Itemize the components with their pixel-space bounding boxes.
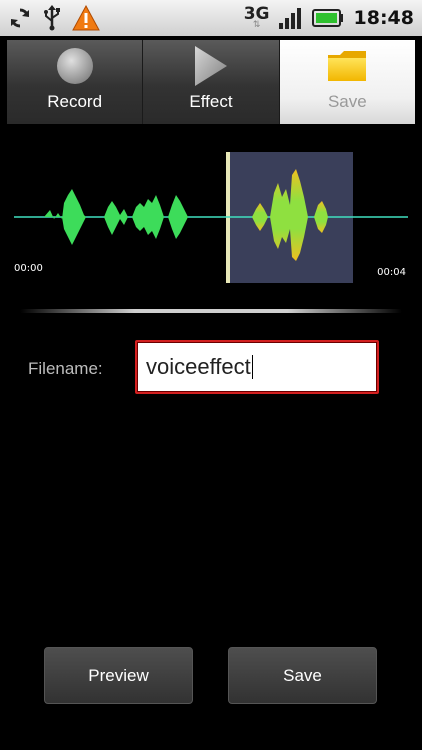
play-icon (191, 46, 231, 86)
filename-input[interactable]: voiceeffect (135, 340, 379, 394)
battery-icon (311, 8, 344, 28)
status-bar-right: 3G ⇅ 18:48 (243, 3, 414, 30)
divider (20, 309, 402, 313)
tab-save-label: Save (327, 92, 367, 111)
status-bar: 3G ⇅ 18:48 (0, 0, 422, 36)
time-start-label: 00:00 (14, 263, 43, 274)
tab-effect[interactable]: Effect (143, 40, 280, 124)
tab-bar: Record Effect Save (7, 40, 415, 124)
data-arrows-icon: ⇅ (252, 19, 261, 30)
tab-record[interactable]: Record (7, 40, 144, 124)
tab-effect-label: Effect (189, 92, 233, 111)
network-indicator: 3G ⇅ (243, 3, 270, 30)
folder-icon (326, 46, 368, 86)
waveform-graphic (14, 152, 408, 283)
tab-record-label: Record (47, 92, 103, 111)
save-button[interactable]: Save (228, 647, 377, 704)
clock: 18:48 (353, 7, 414, 29)
record-icon (55, 46, 95, 86)
filename-value: voiceeffect (146, 354, 251, 379)
usb-icon (42, 5, 62, 31)
time-end-label: 00:04 (377, 267, 406, 278)
network-type: 3G (243, 3, 270, 24)
status-bar-left (8, 5, 100, 31)
preview-button[interactable]: Preview (44, 647, 193, 704)
waveform-view[interactable]: 00:00 00:04 (0, 145, 422, 290)
filename-label: Filename: (28, 359, 103, 378)
sync-icon (8, 6, 32, 30)
text-caret (251, 355, 253, 379)
signal-icon (278, 7, 302, 29)
tab-save[interactable]: Save (279, 40, 415, 124)
warning-icon (72, 5, 100, 31)
